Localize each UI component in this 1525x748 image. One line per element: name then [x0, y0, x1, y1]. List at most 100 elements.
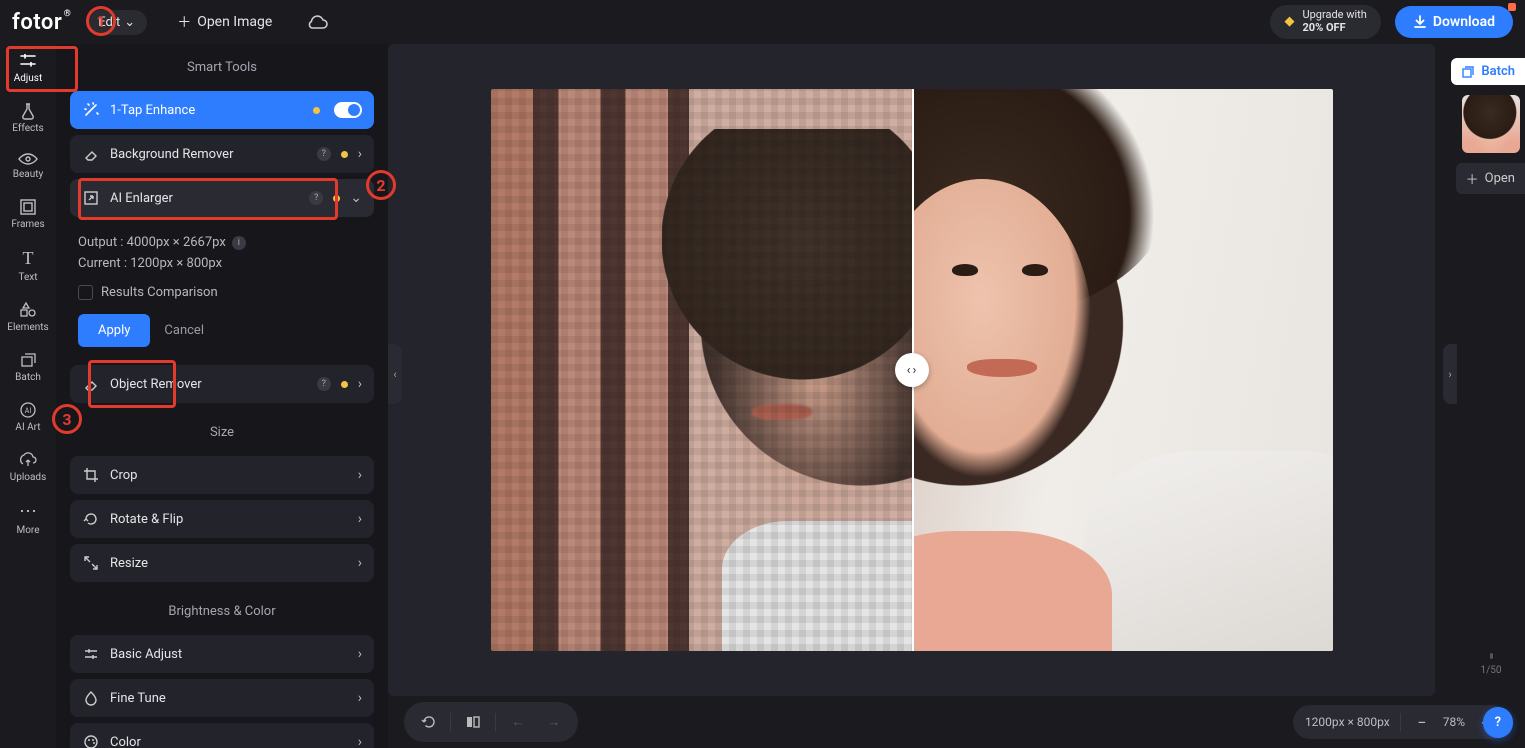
enhance-toggle[interactable] — [334, 102, 362, 118]
output-size-label: Output : 4000px × 2667px — [78, 235, 226, 250]
chevron-right-icon: › — [358, 467, 362, 483]
basic-adjust-label: Basic Adjust — [110, 647, 348, 662]
panel-collapse-toggle[interactable]: ‹ — [388, 344, 402, 404]
thumb-zoom-rail: 1/50 — [1479, 653, 1503, 676]
rail-elements[interactable]: Elements — [4, 301, 52, 333]
eye-icon — [18, 152, 38, 166]
rotate-flip-row[interactable]: Rotate & Flip › — [70, 500, 374, 538]
bg-remover-label: Background Remover — [110, 147, 307, 162]
tools-panel: Smart Tools 1-Tap Enhance Background Rem… — [56, 44, 388, 748]
undo-button[interactable] — [414, 708, 442, 736]
left-rail: Adjust Effects Beauty Frames T Text Elem… — [0, 44, 56, 748]
rail-text[interactable]: T Text — [4, 248, 52, 283]
info-icon[interactable]: i — [232, 236, 246, 250]
cloud-button[interactable] — [302, 7, 332, 37]
rotate-flip-label: Rotate & Flip — [110, 512, 348, 527]
help-icon[interactable]: ? — [309, 191, 323, 205]
rail-beauty[interactable]: Beauty — [4, 152, 52, 180]
zoom-track[interactable] — [1490, 653, 1493, 659]
help-icon[interactable]: ? — [317, 147, 331, 161]
premium-dot-icon — [313, 107, 320, 114]
resize-label: Resize — [110, 556, 348, 571]
compare-toggle[interactable] — [459, 708, 487, 736]
open-image-button[interactable]: ＋ Open Image — [177, 12, 272, 32]
chevron-right-icon: › — [358, 146, 362, 162]
resize-icon — [82, 555, 100, 571]
one-tap-enhance-row[interactable]: 1-Tap Enhance — [70, 91, 374, 129]
rail-label: More — [16, 525, 39, 536]
zoom-controls: 1200px × 800px − 78% + — [1293, 705, 1509, 739]
rail-adjust[interactable]: Adjust — [4, 50, 52, 84]
thumb-counter: 1/50 — [1481, 665, 1502, 676]
rotate-icon — [82, 511, 100, 527]
resize-row[interactable]: Resize › — [70, 544, 374, 582]
ai-enlarger-row[interactable]: AI Enlarger ? ⌄ — [70, 179, 374, 217]
before-half — [491, 89, 912, 651]
thumbnail[interactable] — [1462, 95, 1520, 153]
flask-icon — [19, 102, 37, 120]
rail-uploads[interactable]: Uploads — [4, 451, 52, 483]
chevron-down-icon: ⌄ — [124, 15, 135, 30]
rail-label: Text — [18, 272, 37, 283]
brand-logo: fotor — [12, 10, 62, 35]
rail-aiart[interactable]: AI AI Art — [4, 401, 52, 433]
canvas-dimensions: 1200px × 800px — [1305, 715, 1390, 729]
rail-label: Elements — [7, 322, 48, 333]
wand-icon — [82, 102, 100, 118]
ai-icon: AI — [19, 401, 37, 419]
open-label: Open — [1485, 171, 1515, 186]
fine-tune-row[interactable]: Fine Tune › — [70, 679, 374, 717]
chevron-right-icon: › — [358, 555, 362, 571]
right-panel-toggle[interactable]: › — [1443, 344, 1457, 404]
rail-label: Frames — [11, 219, 44, 230]
one-tap-enhance-label: 1-Tap Enhance — [110, 103, 303, 118]
rail-frames[interactable]: Frames — [4, 198, 52, 230]
comparison-slider-handle[interactable]: ‹ › — [895, 353, 929, 387]
crop-icon — [82, 467, 100, 483]
text-icon: T — [23, 248, 34, 269]
zoom-out-button[interactable]: − — [1411, 711, 1433, 733]
comparison-image[interactable]: ‹ › — [491, 89, 1333, 651]
layers-icon — [1461, 65, 1475, 79]
crop-row[interactable]: Crop › — [70, 456, 374, 494]
rail-effects[interactable]: Effects — [4, 102, 52, 134]
chevron-right-icon: › — [913, 363, 917, 378]
chevron-down-icon: ⌄ — [350, 190, 362, 206]
color-label: Color — [110, 735, 348, 748]
help-icon: ? — [1495, 715, 1501, 730]
apply-button[interactable]: Apply — [78, 314, 150, 347]
object-remover-label: Object Remover — [110, 377, 307, 392]
help-icon[interactable]: ? — [317, 377, 331, 391]
premium-dot-icon — [333, 195, 340, 202]
open-in-panel-button[interactable]: ＋ Open — [1456, 163, 1525, 194]
svg-text:AI: AI — [25, 407, 32, 415]
rail-label: AI Art — [15, 422, 40, 433]
download-icon — [1413, 15, 1427, 29]
annotation-marker-1: 1 — [86, 6, 116, 36]
separator — [495, 713, 496, 731]
background-remover-row[interactable]: Background Remover ? › — [70, 135, 374, 173]
download-button[interactable]: Download — [1395, 6, 1513, 38]
batch-label: Batch — [1481, 64, 1515, 79]
drop-icon — [82, 690, 100, 706]
basic-adjust-row[interactable]: Basic Adjust › — [70, 635, 374, 673]
upgrade-button[interactable]: ◆ Upgrade with 20% OFF — [1270, 5, 1380, 38]
rail-batch[interactable]: Batch — [4, 351, 52, 383]
results-comparison-label: Results Comparison — [101, 285, 218, 300]
rail-label: Effects — [12, 123, 43, 134]
color-row[interactable]: Color › — [70, 723, 374, 748]
chevron-right-icon: › — [358, 376, 362, 392]
object-remover-row[interactable]: Object Remover ? › — [70, 365, 374, 403]
shapes-icon — [19, 301, 37, 319]
batch-button[interactable]: Batch — [1451, 58, 1525, 85]
size-header: Size — [56, 409, 388, 450]
cloud-icon — [306, 14, 328, 30]
palette-icon — [82, 734, 100, 748]
rail-more[interactable]: ⋯ More — [4, 501, 52, 536]
results-comparison-checkbox[interactable] — [78, 285, 93, 300]
open-image-label: Open Image — [197, 14, 272, 30]
cancel-button[interactable]: Cancel — [164, 323, 204, 338]
help-fab[interactable]: ? — [1483, 707, 1513, 738]
sliders-icon — [18, 50, 38, 70]
separator — [450, 713, 451, 731]
